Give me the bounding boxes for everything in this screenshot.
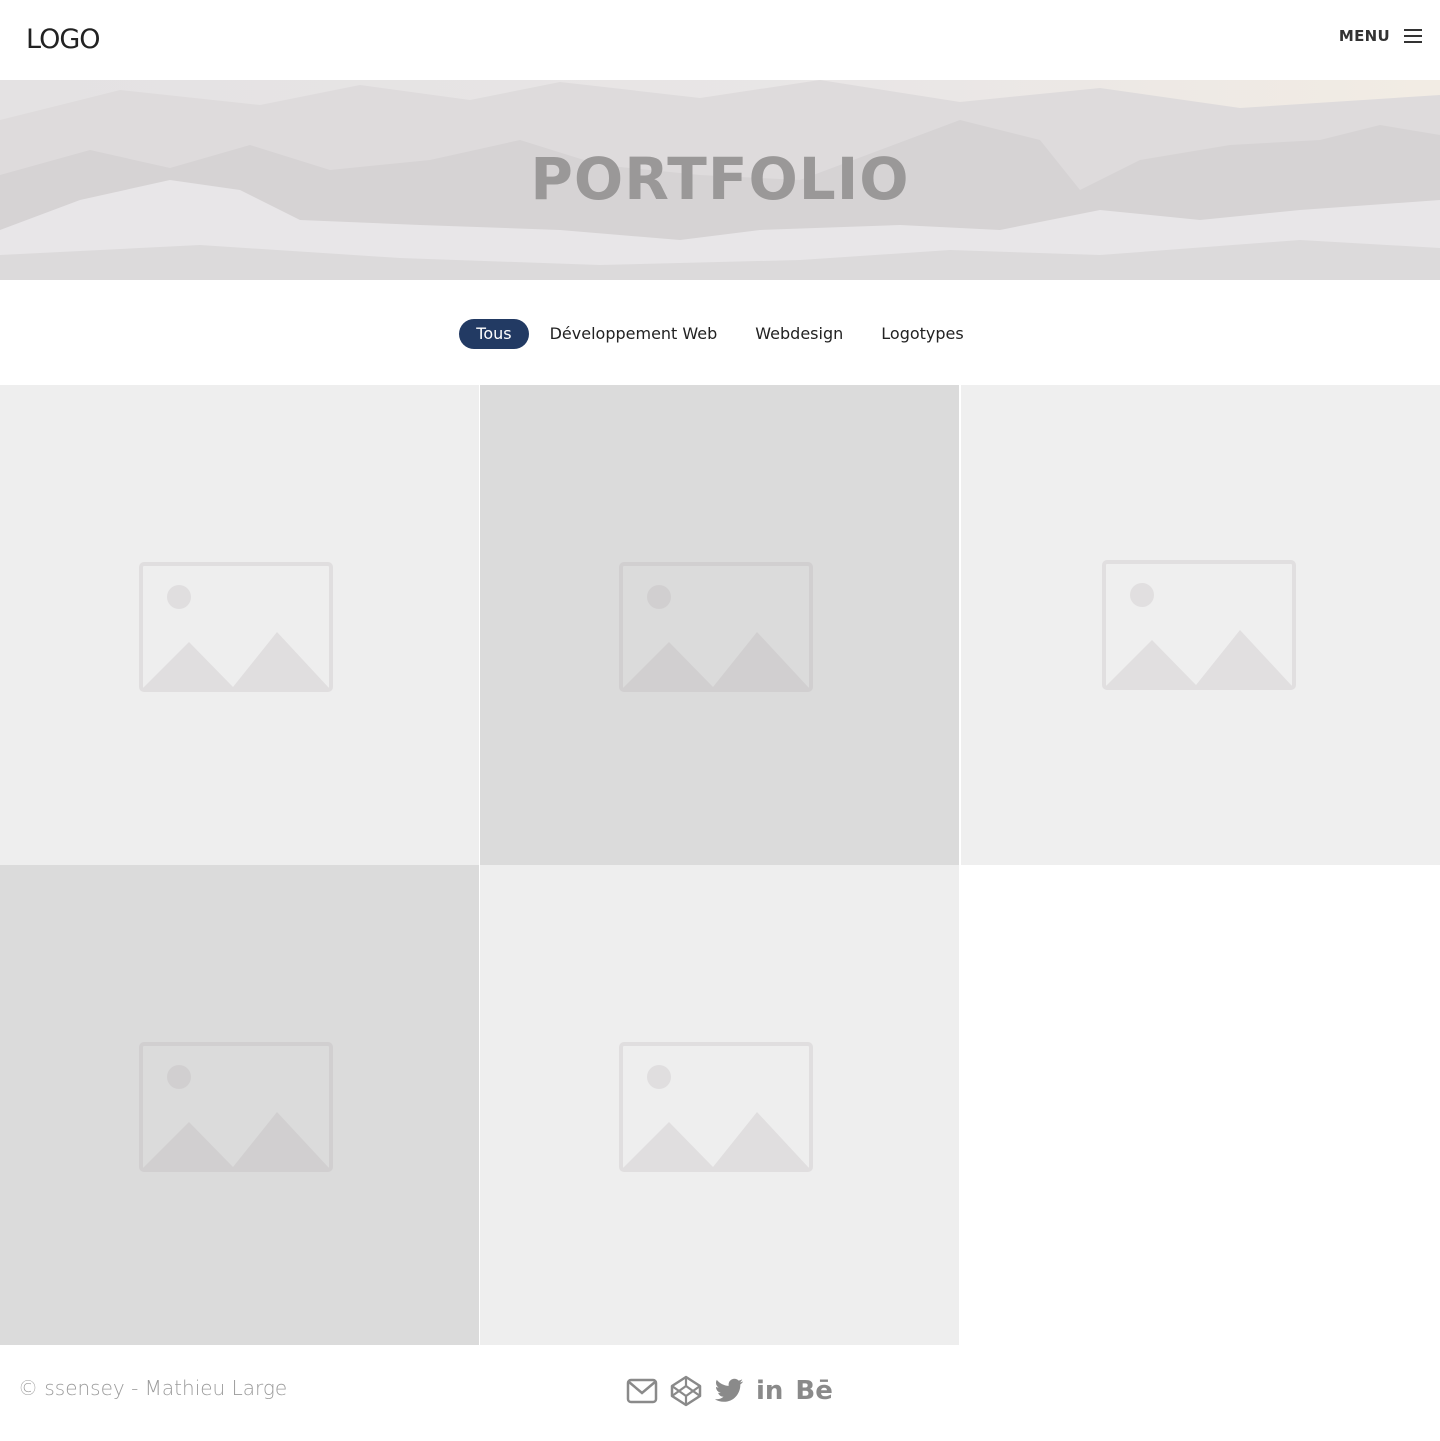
filter-logotypes[interactable]: Logotypes [864,319,980,349]
copyright-text: © ssensey - Mathieu Large [18,1376,288,1400]
image-placeholder-icon [619,562,813,692]
portfolio-grid [0,385,1440,1345]
logo[interactable]: LOGO [26,22,101,58]
filter-tous[interactable]: Tous [459,319,529,349]
portfolio-item[interactable] [0,865,479,1345]
site-header: LOGO MENU [0,0,1440,80]
image-placeholder-icon [619,1042,813,1172]
site-footer: © ssensey - Mathieu Large in Bē [0,1345,1440,1441]
portfolio-item[interactable] [480,865,959,1345]
portfolio-item[interactable] [480,385,959,865]
behance-icon[interactable]: Bē [795,1375,832,1407]
filter-webdesign[interactable]: Webdesign [738,319,860,349]
image-placeholder-icon [139,562,333,692]
hero-banner: PORTFOLIO [0,80,1440,280]
image-placeholder-icon [1102,560,1296,690]
hamburger-icon [1404,29,1422,43]
portfolio-filter-bar: Tous Développement Web Webdesign Logotyp… [0,318,1440,350]
social-links: in Bē [626,1375,833,1407]
page-title: PORTFOLIO [530,145,910,213]
email-icon[interactable] [626,1375,658,1407]
image-placeholder-icon [139,1042,333,1172]
filter-developpement-web[interactable]: Développement Web [533,319,735,349]
twitter-icon[interactable] [714,1375,744,1407]
menu-button[interactable]: MENU [1339,27,1422,45]
portfolio-item[interactable] [0,385,479,865]
linkedin-icon[interactable]: in [756,1375,783,1407]
menu-label: MENU [1338,27,1390,45]
portfolio-item[interactable] [961,385,1440,865]
codepen-icon[interactable] [670,1375,702,1407]
